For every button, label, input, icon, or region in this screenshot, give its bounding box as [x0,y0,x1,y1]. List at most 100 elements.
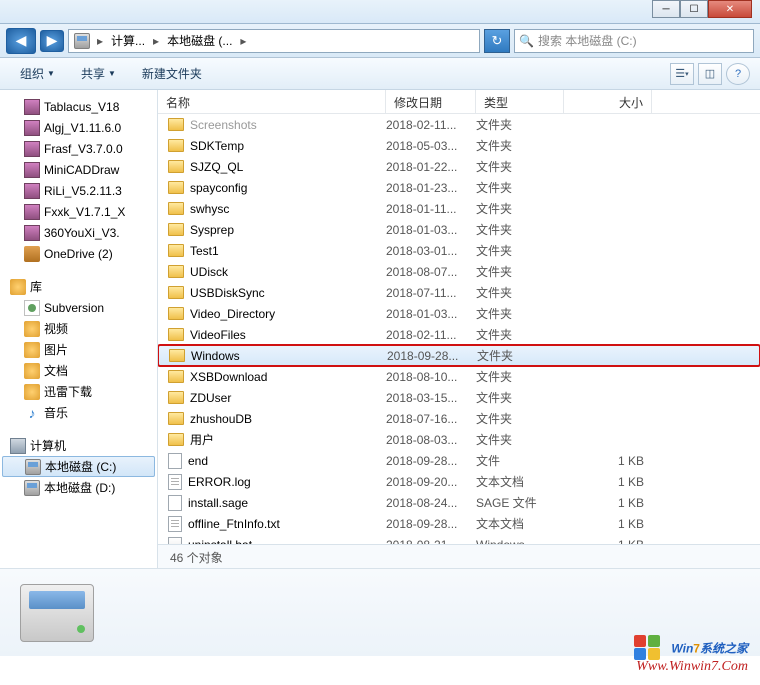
preview-pane-button[interactable]: ◫ [698,63,722,85]
tree-item-label: Tablacus_V18 [44,100,119,114]
file-row[interactable]: Screenshots2018-02-11...文件夹 [158,114,760,135]
file-row[interactable]: 用户2018-08-03...文件夹 [158,429,760,450]
file-name: XSBDownload [190,370,267,384]
file-row[interactable]: end2018-09-28...文件1 KB [158,450,760,471]
col-size[interactable]: 大小 [564,90,652,113]
file-name: SJZQ_QL [190,160,243,174]
file-name: ZDUser [190,391,231,405]
file-row[interactable]: VideoFiles2018-02-11...文件夹 [158,324,760,345]
file-row[interactable]: ZDUser2018-03-15...文件夹 [158,387,760,408]
col-name[interactable]: 名称 [158,90,386,113]
tree-item[interactable]: RiLi_V5.2.11.3 [0,180,157,201]
file-date: 2018-08-07... [386,265,476,279]
maximize-button[interactable]: ☐ [680,0,708,18]
file-date: 2018-01-03... [386,223,476,237]
file-name: Sysprep [190,223,234,237]
search-input[interactable]: 🔍 搜索 本地磁盘 (C:) [514,29,754,53]
tree-item[interactable]: Fxxk_V1.7.1_X [0,201,157,222]
tree-item[interactable]: 文档 [0,360,157,381]
file-row[interactable]: Windows2018-09-28...文件夹 [158,345,760,366]
file-row[interactable]: Test12018-03-01...文件夹 [158,240,760,261]
folder-icon [168,118,184,131]
refresh-button[interactable]: ↻ [484,29,510,53]
file-type: 文件夹 [476,284,564,301]
tree-item-label: 迅雷下载 [44,383,92,400]
chevron-icon[interactable]: ▸ [93,34,107,48]
file-row[interactable]: uninstall.bat2018-08-21...Windows ...1 K… [158,534,760,544]
clip-icon [24,246,40,262]
file-row[interactable]: Video_Directory2018-01-03...文件夹 [158,303,760,324]
file-row[interactable]: install.sage2018-08-24...SAGE 文件1 KB [158,492,760,513]
col-date[interactable]: 修改日期 [386,90,476,113]
file-type: 文件夹 [476,158,564,175]
tree-item[interactable]: Subversion [0,297,157,318]
tree-item[interactable]: Tablacus_V18 [0,96,157,117]
forward-button[interactable]: ▶ [40,30,64,52]
tree-item-label: 360YouXi_V3. [44,226,120,240]
file-date: 2018-01-03... [386,307,476,321]
tree-item[interactable]: Algj_V1.11.6.0 [0,117,157,138]
file-row[interactable]: USBDiskSync2018-07-11...文件夹 [158,282,760,303]
file-date: 2018-09-20... [386,475,476,489]
tree-item[interactable]: MiniCADDraw [0,159,157,180]
folder-icon [168,265,184,278]
tree-item[interactable]: 视频 [0,318,157,339]
view-button[interactable]: ☰▾ [670,63,694,85]
breadcrumb-drive[interactable]: 本地磁盘 (... [163,32,236,49]
lib-icon [24,363,40,379]
file-row[interactable]: swhysc2018-01-11...文件夹 [158,198,760,219]
tree-item[interactable]: 迅雷下载 [0,381,157,402]
col-type[interactable]: 类型 [476,90,564,113]
close-button[interactable]: ✕ [708,0,752,18]
file-row[interactable]: ERROR.log2018-09-20...文本文档1 KB [158,471,760,492]
file-row[interactable]: offline_FtnInfo.txt2018-09-28...文本文档1 KB [158,513,760,534]
address-row: ◀ ▶ ▸ 计算... ▸ 本地磁盘 (... ▸ ↻ 🔍 搜索 本地磁盘 (C… [0,24,760,58]
file-row[interactable]: zhushouDB2018-07-16...文件夹 [158,408,760,429]
tree-header-libraries[interactable]: 库 [0,276,157,297]
file-icon [168,495,182,511]
music-icon: ♪ [24,405,40,421]
new-folder-button[interactable]: 新建文件夹 [132,61,212,86]
tree-item[interactable]: Frasf_V3.7.0.0 [0,138,157,159]
folder-icon [168,160,184,173]
tree-header-computer[interactable]: 计算机 [0,435,157,456]
tree-item[interactable]: 图片 [0,339,157,360]
tree-item[interactable]: 本地磁盘 (C:) [2,456,155,477]
folder-icon [168,223,184,236]
file-row[interactable]: XSBDownload2018-08-10...文件夹 [158,366,760,387]
tree-item[interactable]: OneDrive (2) [0,243,157,264]
column-headers: 名称 修改日期 类型 大小 [158,90,760,114]
chevron-icon[interactable]: ▸ [149,34,163,48]
tree-item-label: 文档 [44,362,68,379]
organize-button[interactable]: 组织▼ [10,61,65,86]
file-name: install.sage [188,496,248,510]
file-icon [168,453,182,469]
file-type: 文件夹 [476,179,564,196]
file-row[interactable]: SJZQ_QL2018-01-22...文件夹 [158,156,760,177]
file-name: SDKTemp [190,139,244,153]
toolbar: 组织▼ 共享▼ 新建文件夹 ☰▾ ◫ ? [0,58,760,90]
file-row[interactable]: UDisck2018-08-07...文件夹 [158,261,760,282]
file-date: 2018-01-23... [386,181,476,195]
minimize-button[interactable]: ─ [652,0,680,18]
folder-icon [168,433,184,446]
lib-icon [24,384,40,400]
help-button[interactable]: ? [726,63,750,85]
folder-icon [168,328,184,341]
file-type: SAGE 文件 [476,494,564,511]
file-size: 1 KB [564,496,644,510]
back-button[interactable]: ◀ [6,28,36,54]
file-row[interactable]: Sysprep2018-01-03...文件夹 [158,219,760,240]
breadcrumb-computer[interactable]: 计算... [107,32,149,49]
folder-icon [168,181,184,194]
file-date: 2018-07-16... [386,412,476,426]
tree-item[interactable]: 360YouXi_V3. [0,222,157,243]
tree-item[interactable]: ♪音乐 [0,402,157,423]
share-button[interactable]: 共享▼ [71,61,126,86]
file-row[interactable]: spayconfig2018-01-23...文件夹 [158,177,760,198]
file-date: 2018-03-15... [386,391,476,405]
file-row[interactable]: SDKTemp2018-05-03...文件夹 [158,135,760,156]
tree-item[interactable]: 本地磁盘 (D:) [0,477,157,498]
breadcrumb[interactable]: ▸ 计算... ▸ 本地磁盘 (... ▸ [68,29,480,53]
chevron-icon[interactable]: ▸ [236,34,250,48]
